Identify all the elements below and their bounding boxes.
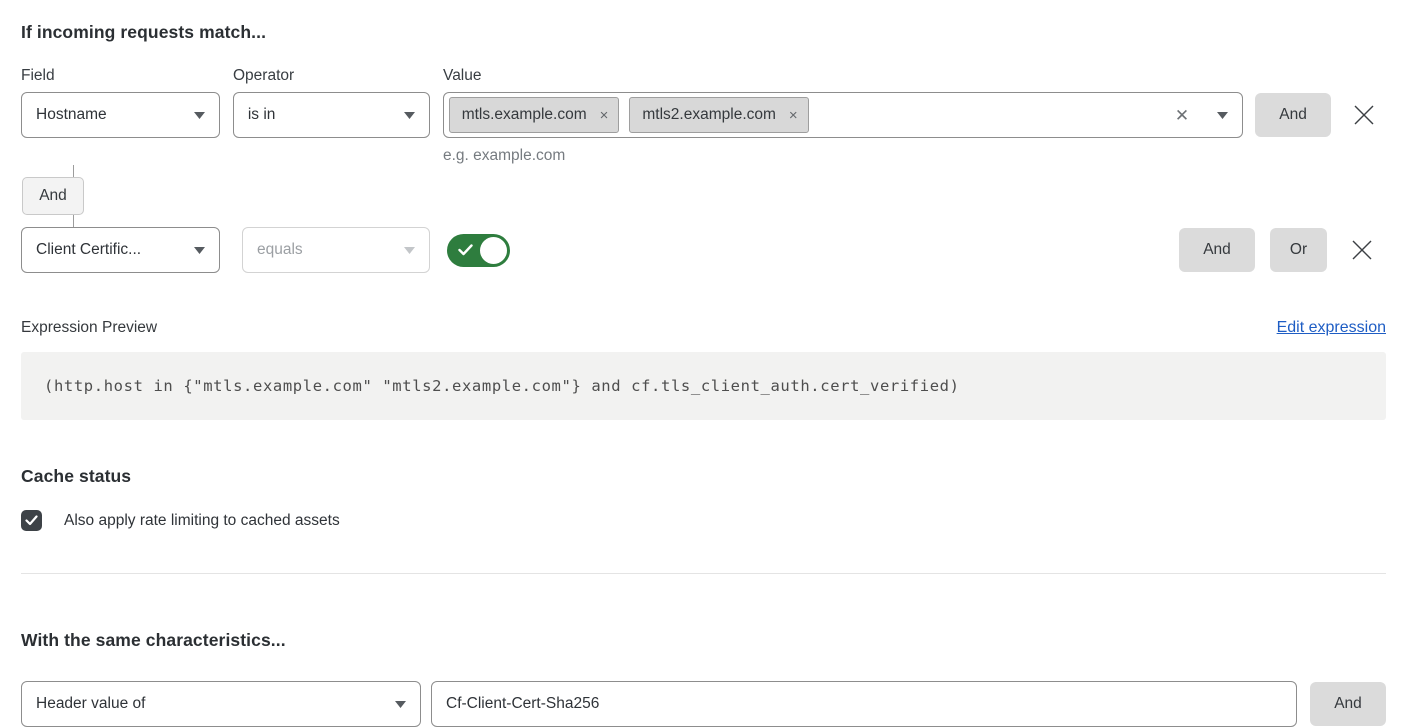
field-select-value: Client Certific... bbox=[36, 241, 141, 259]
delete-condition-icon[interactable] bbox=[1353, 104, 1375, 126]
value-multiselect[interactable]: mtls.example.com × mtls2.example.com × ✕ bbox=[443, 92, 1243, 138]
clear-all-icon[interactable]: ✕ bbox=[1175, 107, 1189, 124]
remove-tag-icon[interactable]: × bbox=[600, 108, 609, 123]
header-name-input[interactable] bbox=[431, 681, 1297, 727]
connector-line bbox=[73, 165, 74, 177]
check-icon bbox=[458, 244, 473, 256]
section-divider bbox=[21, 573, 1386, 574]
characteristic-select[interactable]: Header value of bbox=[21, 681, 421, 727]
add-and-condition-button[interactable]: And bbox=[1255, 93, 1331, 137]
cache-status-title: Cache status bbox=[21, 466, 1386, 487]
rule-builder-page: If incoming requests match... Field Oper… bbox=[0, 0, 1420, 720]
characteristics-title: With the same characteristics... bbox=[21, 630, 1386, 651]
expression-preview-header: Expression Preview Edit expression bbox=[21, 319, 1386, 337]
connector-and-chip[interactable]: And bbox=[22, 177, 84, 215]
expression-preview-label: Expression Preview bbox=[21, 319, 157, 337]
cert-verified-toggle[interactable] bbox=[447, 234, 510, 267]
condition-row-2: Client Certific... equals And Or bbox=[21, 227, 1386, 273]
operator-column-label: Operator bbox=[233, 67, 443, 85]
chevron-down-icon bbox=[404, 247, 415, 254]
operator-select-disabled: equals bbox=[242, 227, 430, 273]
expression-code: (http.host in {"mtls.example.com" "mtls2… bbox=[44, 377, 960, 395]
condition-connector: And bbox=[21, 165, 1386, 227]
operator-select-value: equals bbox=[257, 241, 303, 259]
characteristics-row: Header value of And bbox=[21, 681, 1386, 727]
value-tag: mtls.example.com × bbox=[449, 97, 620, 133]
cached-assets-checkbox[interactable] bbox=[21, 510, 42, 531]
value-tag: mtls2.example.com × bbox=[629, 97, 808, 133]
remove-tag-icon[interactable]: × bbox=[789, 108, 798, 123]
field-select-value: Hostname bbox=[36, 106, 107, 124]
field-select-hostname[interactable]: Hostname bbox=[21, 92, 220, 138]
toggle-knob bbox=[480, 237, 507, 264]
operator-select[interactable]: is in bbox=[233, 92, 430, 138]
chevron-down-icon bbox=[395, 701, 406, 708]
delete-condition-icon[interactable] bbox=[1351, 239, 1373, 261]
chevron-down-icon bbox=[194, 247, 205, 254]
check-icon bbox=[25, 515, 38, 526]
operator-select-value: is in bbox=[248, 106, 276, 124]
add-or-condition-button[interactable]: Or bbox=[1270, 228, 1327, 272]
value-tag-text: mtls.example.com bbox=[462, 106, 587, 124]
value-tag-text: mtls2.example.com bbox=[642, 106, 776, 124]
cached-assets-label: Also apply rate limiting to cached asset… bbox=[64, 512, 340, 530]
match-section-title: If incoming requests match... bbox=[21, 22, 1386, 43]
value-helper-text: e.g. example.com bbox=[443, 147, 1386, 165]
value-column-label: Value bbox=[443, 67, 482, 85]
chevron-down-icon bbox=[194, 112, 205, 119]
field-column-label: Field bbox=[21, 67, 233, 85]
add-characteristic-button[interactable]: And bbox=[1310, 682, 1386, 726]
chevron-down-icon bbox=[404, 112, 415, 119]
edit-expression-link[interactable]: Edit expression bbox=[1277, 319, 1386, 337]
expression-code-block: (http.host in {"mtls.example.com" "mtls2… bbox=[21, 352, 1386, 420]
cached-assets-option: Also apply rate limiting to cached asset… bbox=[21, 510, 1386, 531]
condition-row-1: Hostname is in mtls.example.com × mtls2.… bbox=[21, 92, 1386, 138]
characteristic-select-value: Header value of bbox=[36, 695, 145, 713]
field-select-client-certificate[interactable]: Client Certific... bbox=[21, 227, 220, 273]
connector-line bbox=[73, 215, 74, 227]
add-and-condition-button[interactable]: And bbox=[1179, 228, 1255, 272]
column-labels: Field Operator Value bbox=[21, 67, 1386, 85]
chevron-down-icon[interactable] bbox=[1217, 112, 1228, 119]
